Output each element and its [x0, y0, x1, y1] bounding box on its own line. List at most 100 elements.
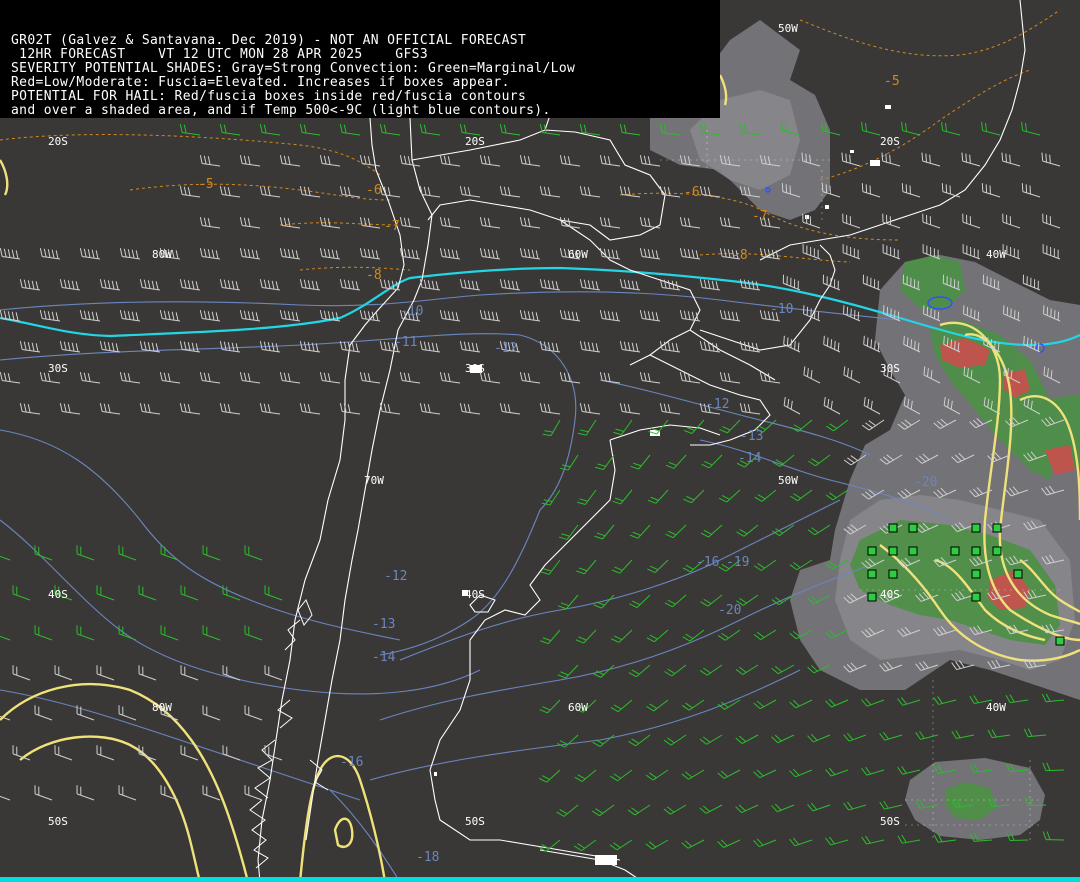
- wind-barb: [359, 217, 381, 229]
- wind-barb: [479, 217, 501, 229]
- wind-barb: [118, 545, 137, 561]
- wind-barb: [574, 769, 597, 782]
- lat-label-20s-mid: 20S: [465, 135, 485, 148]
- wind-barb: [419, 279, 441, 291]
- wind-barb: [579, 403, 601, 415]
- wind-barb: [735, 734, 759, 745]
- wind-barb: [611, 559, 633, 574]
- wind-barb: [802, 305, 821, 322]
- wind-barb: [244, 545, 263, 561]
- wind-barb: [699, 804, 723, 814]
- wind-barb: [679, 310, 701, 322]
- wind-barb: [599, 155, 621, 167]
- wind-barb: [647, 559, 669, 574]
- lon-label-50w-mid: 50W: [778, 474, 798, 487]
- wind-barb: [681, 839, 705, 849]
- wind-barb: [803, 366, 821, 384]
- island-10: [595, 855, 617, 865]
- wind-barb: [961, 152, 981, 167]
- blue-contour-5: [399, 499, 841, 661]
- blue-temp-label-7: -14: [738, 451, 762, 466]
- wind-barb: [439, 310, 461, 322]
- wind-barb: [645, 839, 669, 850]
- wind-barb: [639, 310, 661, 322]
- wind-barb: [202, 705, 221, 721]
- wind-barb: [843, 801, 867, 811]
- wind-barb: [219, 403, 241, 415]
- wind-barb: [0, 793, 11, 801]
- wind-barb: [639, 248, 661, 260]
- wind-barb: [619, 124, 641, 136]
- wind-barb: [54, 665, 73, 681]
- lon-label-50w-top: 50W: [778, 22, 798, 35]
- wind-barb: [244, 625, 263, 641]
- wind-barb: [499, 279, 521, 291]
- wind-barb: [419, 124, 441, 136]
- wind-barb: [1021, 183, 1041, 198]
- wind-barb: [160, 625, 179, 641]
- blue-contour-11: [329, 789, 401, 882]
- wind-barb: [1005, 694, 1029, 704]
- wind-barb: [897, 834, 921, 844]
- wind-barb: [699, 279, 721, 291]
- wind-barb: [34, 545, 53, 561]
- wind-barb: [239, 248, 261, 260]
- wind-barb: [719, 372, 741, 384]
- wind-barb: [119, 248, 141, 260]
- wind-barb: [719, 310, 741, 322]
- wind-barb: [611, 629, 633, 643]
- wind-barb: [592, 734, 615, 747]
- wind-barb: [34, 705, 53, 721]
- wind-barb: [359, 372, 381, 384]
- wind-barb: [0, 248, 21, 260]
- wind-barb: [199, 155, 221, 167]
- forecast-header: GR02T (Galvez & Santavana. Dec 2019) - N…: [0, 0, 720, 118]
- wind-barb: [627, 804, 651, 816]
- wind-barb: [663, 804, 687, 815]
- wind-barb: [1042, 244, 1061, 260]
- wind-barb: [264, 665, 283, 681]
- wind-barb: [861, 835, 885, 845]
- wind-barb: [559, 155, 581, 167]
- wind-barb: [219, 124, 241, 136]
- blue-temp-label-5: -12: [706, 397, 729, 412]
- hail-box: [908, 523, 918, 533]
- wind-barb: [807, 524, 831, 536]
- wind-barb: [665, 524, 687, 539]
- blue-temp-label-3: -11: [394, 335, 417, 350]
- wind-barb: [647, 489, 669, 504]
- wind-barb: [879, 800, 903, 810]
- wind-barb: [753, 769, 777, 779]
- wind-barb: [1042, 831, 1065, 841]
- lat-label-50s-mid: 50S: [465, 815, 485, 828]
- wind-barb: [981, 122, 1001, 136]
- wind-barb: [54, 745, 73, 761]
- orange-temp-label-8: -8: [732, 248, 748, 263]
- wind-barb: [219, 279, 241, 291]
- wind-barb: [199, 372, 221, 384]
- wind-barb: [861, 122, 881, 136]
- wind-barb: [823, 396, 841, 415]
- wind-barb: [539, 699, 561, 714]
- wind-barb: [759, 248, 781, 260]
- wind-barb: [699, 734, 723, 745]
- wind-barb: [901, 183, 921, 198]
- wind-barb: [96, 585, 115, 601]
- wind-barb: [239, 372, 261, 384]
- hail-box: [992, 523, 1002, 533]
- hail-box: [888, 546, 898, 556]
- wind-barb: [610, 769, 633, 782]
- blue-temp-label-8: -20: [914, 475, 937, 490]
- wind-barb: [1042, 213, 1061, 229]
- blue-temp-label-2: -10: [770, 302, 793, 317]
- wind-barb: [459, 124, 481, 136]
- hail-box: [867, 569, 877, 579]
- hail-box: [992, 546, 1002, 556]
- wind-barb: [239, 310, 261, 322]
- wind-barb: [99, 403, 121, 415]
- wind-barb: [202, 625, 221, 641]
- wind-barb: [519, 248, 541, 260]
- wind-barb: [897, 697, 921, 706]
- wind-barb: [299, 124, 321, 136]
- wind-barb: [863, 396, 881, 415]
